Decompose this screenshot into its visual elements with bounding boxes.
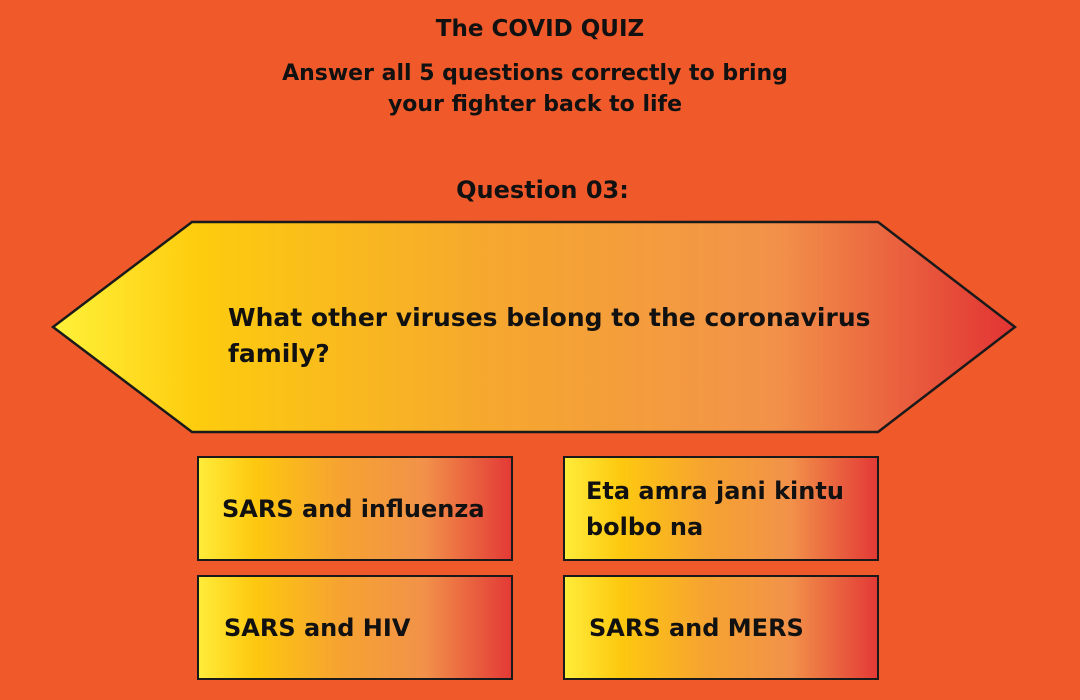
answer-option-3-label: SARS and HIV bbox=[224, 613, 411, 642]
answer-option-4[interactable]: SARS and MERS bbox=[563, 575, 879, 680]
answer-option-2[interactable]: Eta amra jani kintu bolbo na bbox=[563, 456, 879, 561]
answer-option-3[interactable]: SARS and HIV bbox=[197, 575, 513, 680]
answer-option-1-label: SARS and influenza bbox=[222, 494, 485, 523]
question-text: What other viruses belong to the coronav… bbox=[228, 303, 871, 368]
answer-option-1[interactable]: SARS and influenza bbox=[197, 456, 513, 561]
answer-option-2-label: Eta amra jani kintu bolbo na bbox=[586, 476, 844, 541]
answer-option-4-label: SARS and MERS bbox=[589, 613, 804, 642]
